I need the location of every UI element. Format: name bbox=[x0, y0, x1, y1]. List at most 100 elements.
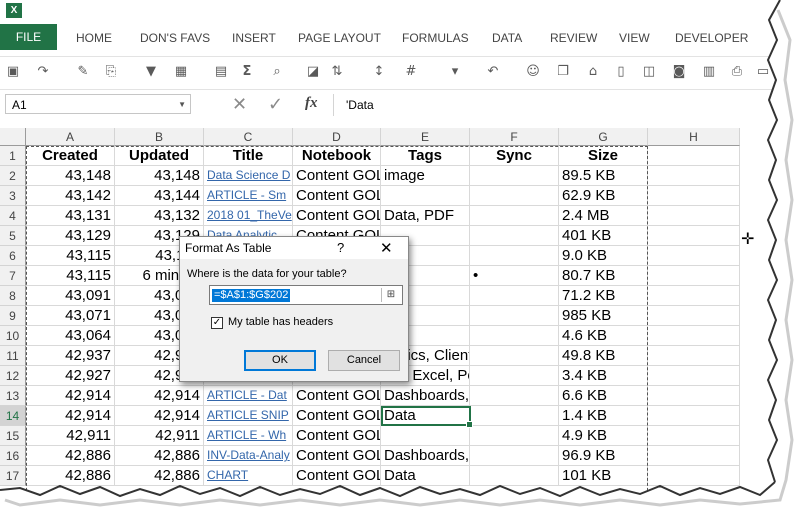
tab-data[interactable]: DATA bbox=[492, 31, 522, 45]
table-cell[interactable] bbox=[470, 246, 559, 266]
table-cell[interactable]: ARTICLE - Wh bbox=[204, 426, 293, 446]
table-cell[interactable]: 101 KB bbox=[559, 466, 648, 486]
chevron-down-icon[interactable]: ▼ bbox=[178, 95, 186, 115]
table-cell[interactable] bbox=[470, 206, 559, 226]
row-header-11[interactable]: 11 bbox=[0, 346, 26, 366]
table-cell[interactable]: 43,064 bbox=[26, 326, 115, 346]
name-box[interactable]: A1 ▼ bbox=[5, 94, 191, 114]
tab-insert[interactable]: INSERT bbox=[232, 31, 276, 45]
column-header-a[interactable]: A bbox=[26, 128, 115, 146]
table-cell[interactable] bbox=[648, 306, 740, 326]
autosum-icon[interactable]: Σ bbox=[240, 65, 254, 79]
table-cell[interactable]: Content GOLD bbox=[293, 186, 381, 206]
table-cell[interactable]: 43,144 bbox=[115, 186, 204, 206]
table-cell[interactable]: Content GOLD bbox=[293, 466, 381, 486]
table-cell[interactable]: 62.9 KB bbox=[559, 186, 648, 206]
table-cell[interactable]: Content GOLD bbox=[293, 206, 381, 226]
table-cell[interactable]: 43,148 bbox=[26, 166, 115, 186]
table-cell[interactable]: 985 KB bbox=[559, 306, 648, 326]
header-cell[interactable]: Size bbox=[559, 146, 648, 166]
table-cell[interactable] bbox=[648, 246, 740, 266]
row-header-2[interactable]: 2 bbox=[0, 166, 26, 186]
redo-icon[interactable]: ↷ bbox=[36, 65, 50, 79]
excel-app-icon[interactable]: X bbox=[6, 3, 22, 18]
range-input[interactable]: =$A$1:$G$202 ⊞ bbox=[209, 285, 403, 305]
table-cell[interactable] bbox=[470, 366, 559, 386]
table-cell[interactable] bbox=[648, 226, 740, 246]
header-cell[interactable]: Updated bbox=[115, 146, 204, 166]
undo-icon[interactable]: ↶ bbox=[486, 65, 500, 79]
table-cell[interactable] bbox=[470, 426, 559, 446]
headers-checkbox-label[interactable]: My table has headers bbox=[228, 316, 333, 328]
table-cell[interactable]: 42,886 bbox=[115, 466, 204, 486]
paste-special-icon[interactable]: ⎘ bbox=[104, 65, 118, 79]
smiley-icon[interactable]: ☺ bbox=[526, 65, 540, 79]
table-cell[interactable]: INV-Data-Analy bbox=[204, 446, 293, 466]
table-cell[interactable]: 42,914 bbox=[26, 406, 115, 426]
screenshot-icon[interactable]: ◫ bbox=[642, 65, 656, 79]
filter-icon[interactable]: ▼ bbox=[144, 65, 158, 79]
table-cell[interactable]: 42,886 bbox=[115, 446, 204, 466]
row-header-17[interactable]: 17 bbox=[0, 466, 26, 486]
table-cell[interactable] bbox=[470, 166, 559, 186]
number-format-icon[interactable]: # bbox=[404, 65, 418, 79]
table-cell[interactable]: Dashboards, Data, Data A bbox=[381, 446, 470, 466]
table-cell[interactable]: 42,911 bbox=[26, 426, 115, 446]
table-cell[interactable]: 42,886 bbox=[26, 446, 115, 466]
tab-review[interactable]: REVIEW bbox=[550, 31, 597, 45]
cancel-button[interactable]: Cancel bbox=[328, 350, 400, 371]
table-cell[interactable] bbox=[470, 326, 559, 346]
row-header-16[interactable]: 16 bbox=[0, 446, 26, 466]
table-cell[interactable]: 43,071 bbox=[26, 306, 115, 326]
row-header-9[interactable]: 9 bbox=[0, 306, 26, 326]
table-cell[interactable]: 42,911 bbox=[115, 426, 204, 446]
close-icon[interactable]: ✕ bbox=[380, 237, 393, 259]
column-header-g[interactable]: G bbox=[559, 128, 648, 146]
table-cell[interactable] bbox=[648, 326, 740, 346]
table-cell[interactable] bbox=[470, 446, 559, 466]
table-cell[interactable] bbox=[648, 206, 740, 226]
table-cell[interactable]: 43,115 bbox=[26, 266, 115, 286]
sheets-icon[interactable]: ▥ bbox=[702, 65, 716, 79]
table-cell[interactable]: 42,937 bbox=[26, 346, 115, 366]
table-cell[interactable] bbox=[648, 466, 740, 486]
tab-formulas[interactable]: FORMULAS bbox=[402, 31, 469, 45]
row-header-1[interactable]: 1 bbox=[0, 146, 26, 166]
tab-file[interactable]: FILE bbox=[0, 24, 57, 50]
row-header-14[interactable]: 14 bbox=[0, 406, 26, 426]
print-icon[interactable]: ⎙ bbox=[730, 65, 744, 79]
table-cell[interactable]: image bbox=[381, 166, 470, 186]
table-cell[interactable] bbox=[470, 186, 559, 206]
table-cell[interactable]: • bbox=[470, 266, 559, 286]
sort-az-icon[interactable]: ↕ bbox=[372, 65, 386, 79]
table-cell[interactable]: 80.7 KB bbox=[559, 266, 648, 286]
row-header-5[interactable]: 5 bbox=[0, 226, 26, 246]
table-cell[interactable]: 1.4 KB bbox=[559, 406, 648, 426]
sort-icon[interactable]: ⇅ bbox=[330, 65, 344, 79]
row-header-13[interactable]: 13 bbox=[0, 386, 26, 406]
new-icon[interactable]: ▯ bbox=[614, 65, 628, 79]
camera-icon[interactable]: ◙ bbox=[672, 65, 686, 79]
table-cell[interactable] bbox=[648, 186, 740, 206]
table-cell[interactable] bbox=[648, 286, 740, 306]
table-cell[interactable]: Data, PDF bbox=[381, 206, 470, 226]
table-cell[interactable]: 2.4 MB bbox=[559, 206, 648, 226]
header-cell[interactable]: Tags bbox=[381, 146, 470, 166]
table-cell[interactable] bbox=[648, 386, 740, 406]
save-icon[interactable]: ▣ bbox=[6, 65, 20, 79]
table-cell[interactable]: 9.0 KB bbox=[559, 246, 648, 266]
table-cell[interactable]: 401 KB bbox=[559, 226, 648, 246]
header-cell[interactable]: Sync bbox=[470, 146, 559, 166]
table-cell[interactable] bbox=[470, 286, 559, 306]
table-cell[interactable]: 43,142 bbox=[26, 186, 115, 206]
clipboard-icon[interactable]: ▤ bbox=[214, 65, 228, 79]
table-cell[interactable]: 43,131 bbox=[26, 206, 115, 226]
table-cell[interactable] bbox=[381, 426, 470, 446]
table-cell[interactable] bbox=[470, 226, 559, 246]
table-cell[interactable]: 43,129 bbox=[26, 226, 115, 246]
table-cell[interactable]: 43,148 bbox=[115, 166, 204, 186]
table-cell[interactable] bbox=[648, 366, 740, 386]
column-header-d[interactable]: D bbox=[293, 128, 381, 146]
table-cell[interactable]: ARTICLE SNIP bbox=[204, 406, 293, 426]
table-cell[interactable]: Data bbox=[381, 466, 470, 486]
